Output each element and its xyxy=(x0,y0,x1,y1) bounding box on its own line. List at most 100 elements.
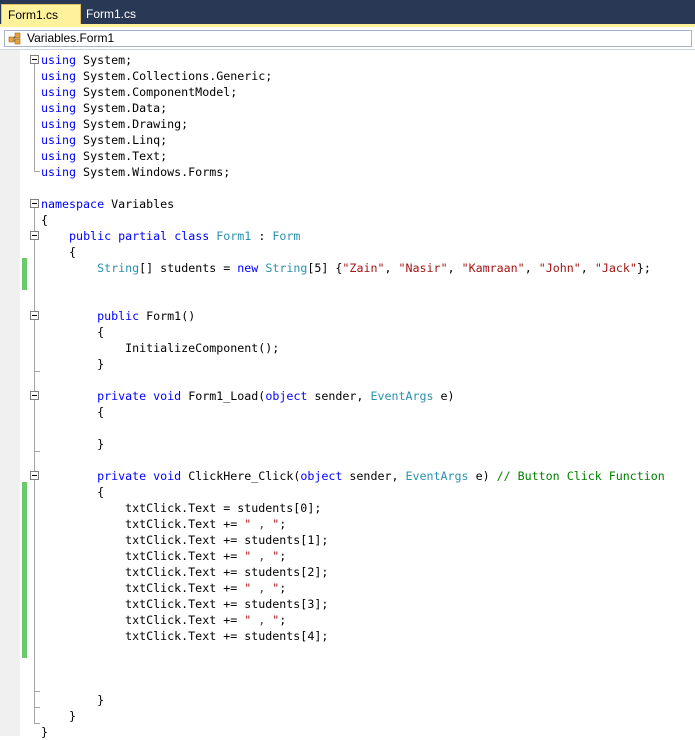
code-line[interactable]: { xyxy=(41,244,665,260)
code-token: } xyxy=(41,357,105,371)
code-line[interactable]: txtClick.Text += " , "; xyxy=(41,580,665,596)
code-token: System.Linq; xyxy=(76,133,168,147)
code-line[interactable] xyxy=(41,292,665,308)
code-line[interactable] xyxy=(41,676,665,692)
code-token: partial xyxy=(118,229,168,243)
class-selector-dropdown[interactable]: Variables.Form1 xyxy=(4,30,692,47)
tab-form1-cs[interactable]: Form1.cs xyxy=(1,4,81,24)
code-token: txtClick.Text = students[0]; xyxy=(41,501,322,515)
code-line[interactable]: using System.Windows.Forms; xyxy=(41,164,665,180)
code-line[interactable]: InitializeComponent(); xyxy=(41,340,665,356)
code-token: using xyxy=(41,149,77,163)
collapse-clickhere-click-button[interactable] xyxy=(30,471,39,480)
code-token: private xyxy=(97,389,147,403)
code-line[interactable]: public partial class Form1 : Form xyxy=(41,228,665,244)
code-line[interactable]: txtClick.Text += " , "; xyxy=(41,516,665,532)
code-token: public xyxy=(69,229,112,243)
code-line[interactable]: using System.Linq; xyxy=(41,132,665,148)
source-code[interactable]: using System; using System.Collections.Ge… xyxy=(41,52,665,740)
code-line[interactable]: using System.Text; xyxy=(41,148,665,164)
code-line[interactable] xyxy=(41,452,665,468)
code-token: : xyxy=(251,229,273,243)
code-token: String xyxy=(97,261,140,275)
code-line[interactable]: txtClick.Text += " , "; xyxy=(41,612,665,628)
code-line[interactable]: private void Form1_Load(object sender, E… xyxy=(41,388,665,404)
outline-end xyxy=(34,171,40,172)
code-token: "Kamraan" xyxy=(461,261,525,275)
code-token: ; xyxy=(279,517,287,531)
code-line[interactable]: txtClick.Text += students[1]; xyxy=(41,532,665,548)
code-line[interactable]: txtClick.Text += students[4]; xyxy=(41,628,665,644)
outline-end xyxy=(34,371,40,372)
code-line[interactable]: txtClick.Text += students[2]; xyxy=(41,564,665,580)
code-token: using xyxy=(41,85,77,99)
code-line[interactable]: } xyxy=(41,692,665,708)
code-line[interactable]: using System.Data; xyxy=(41,100,665,116)
code-line[interactable]: { xyxy=(41,324,665,340)
code-token: Variables xyxy=(104,197,175,211)
code-line[interactable] xyxy=(41,372,665,388)
code-token: System; xyxy=(76,53,133,67)
code-editor[interactable]: using System; using System.Collections.Ge… xyxy=(0,50,695,739)
code-token: using xyxy=(41,69,77,83)
code-line[interactable]: } xyxy=(41,724,665,740)
code-line[interactable]: txtClick.Text += " , "; xyxy=(41,548,665,564)
outline-end xyxy=(34,451,40,452)
code-line[interactable]: } xyxy=(41,708,665,724)
collapse-class-button[interactable] xyxy=(30,231,39,240)
code-token: txtClick.Text += xyxy=(41,549,245,563)
code-line[interactable]: public Form1() xyxy=(41,308,665,324)
outline-end xyxy=(34,707,40,708)
code-line[interactable] xyxy=(41,420,665,436)
code-token: Form1() xyxy=(139,309,196,323)
code-token: { xyxy=(41,245,77,259)
code-token: ClickHere_Click( xyxy=(181,469,301,483)
code-token: txtClick.Text += students[3]; xyxy=(41,597,329,611)
code-token: Form1_Load( xyxy=(181,389,266,403)
code-line[interactable]: { xyxy=(41,404,665,420)
collapse-using-block-button[interactable] xyxy=(30,55,39,64)
code-token: System.Collections.Generic; xyxy=(76,69,273,83)
code-token: System.Windows.Forms; xyxy=(76,165,231,179)
code-token: " , " xyxy=(244,549,280,563)
navigation-bar: Variables.Form1 xyxy=(0,27,695,50)
collapse-form1-load-button[interactable] xyxy=(30,391,39,400)
code-token: txtClick.Text += xyxy=(41,613,245,627)
code-line[interactable] xyxy=(41,644,665,660)
code-line[interactable]: { xyxy=(41,212,665,228)
code-line[interactable]: { xyxy=(41,484,665,500)
code-line[interactable]: using System.Collections.Generic; xyxy=(41,68,665,84)
code-line[interactable]: txtClick.Text = students[0]; xyxy=(41,500,665,516)
code-line[interactable]: using System.Drawing; xyxy=(41,116,665,132)
code-token: "Nasir" xyxy=(398,261,448,275)
code-line[interactable] xyxy=(41,660,665,676)
code-line[interactable] xyxy=(41,180,665,196)
code-token: } xyxy=(41,693,105,707)
collapse-namespace-button[interactable] xyxy=(30,199,39,208)
code-line[interactable]: } xyxy=(41,356,665,372)
code-token: using xyxy=(41,101,77,115)
code-token: , xyxy=(384,261,399,275)
outline-end xyxy=(34,691,40,692)
code-line[interactable]: using System; xyxy=(41,52,665,68)
code-line[interactable]: using System.ComponentModel; xyxy=(41,84,665,100)
code-token: , xyxy=(447,261,462,275)
code-token: { xyxy=(41,325,105,339)
code-line[interactable]: private void ClickHere_Click(object send… xyxy=(41,468,665,484)
code-line[interactable]: } xyxy=(41,436,665,452)
code-token: System.ComponentModel; xyxy=(76,85,238,99)
code-line[interactable] xyxy=(41,276,665,292)
code-token: e) xyxy=(468,469,497,483)
code-token: [5] { xyxy=(307,261,343,275)
selection-margin[interactable] xyxy=(0,50,20,736)
code-token: txtClick.Text += xyxy=(41,517,245,531)
code-token: new xyxy=(237,261,259,275)
code-line[interactable]: txtClick.Text += students[3]; xyxy=(41,596,665,612)
code-line[interactable]: namespace Variables xyxy=(41,196,665,212)
code-line[interactable]: String[] students = new String[5] {"Zain… xyxy=(41,260,665,276)
tab-form1-cs-design[interactable]: Form1.cs [Design] xyxy=(80,4,184,41)
code-token: , xyxy=(524,261,539,275)
collapse-constructor-button[interactable] xyxy=(30,311,39,320)
